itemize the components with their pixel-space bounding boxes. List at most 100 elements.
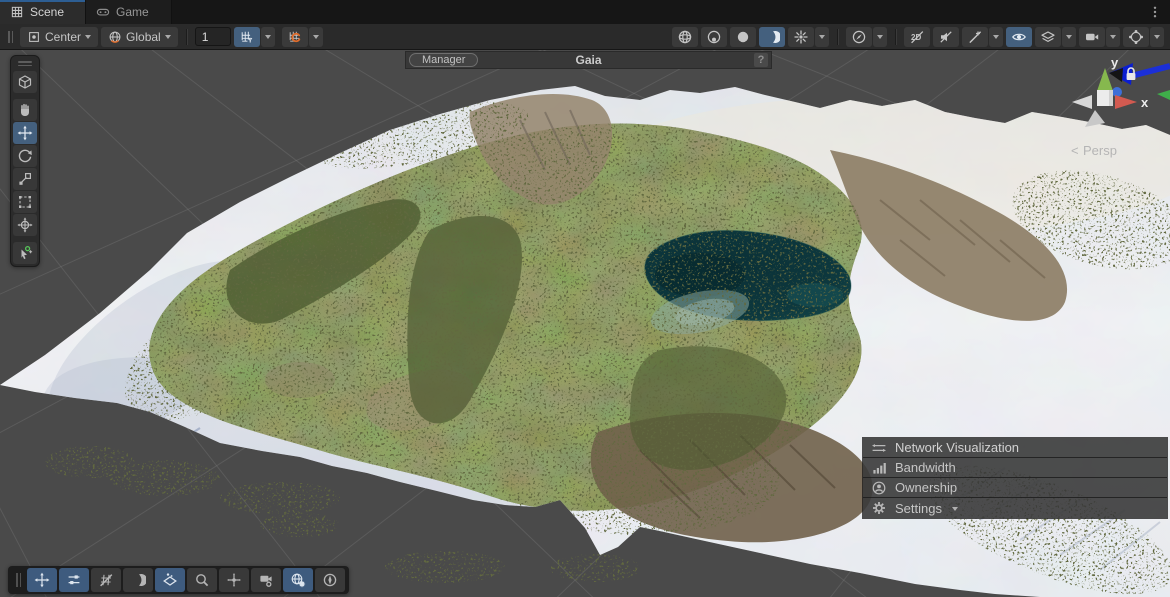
tool-custom[interactable] xyxy=(13,242,37,264)
gizmo-sphere-icon xyxy=(1128,29,1144,45)
bbar-frame-center-button[interactable] xyxy=(219,568,249,592)
lit-sphere-icon xyxy=(706,29,722,45)
crescent-moon-icon xyxy=(130,572,146,588)
effects-dropdown[interactable] xyxy=(989,27,1003,47)
2d-mode-toggle[interactable]: 2D xyxy=(904,27,930,47)
projection-label: Persp xyxy=(1083,143,1117,158)
tool-editor-cube[interactable] xyxy=(13,71,37,93)
layers-icon xyxy=(1040,29,1056,45)
view-tab-bar: Scene Game xyxy=(0,0,1170,24)
tab-options-menu[interactable] xyxy=(1140,0,1170,24)
bar-chart-icon xyxy=(871,460,887,476)
tool-rotate[interactable] xyxy=(13,145,37,167)
bottom-toolbar-drag-handle[interactable] xyxy=(12,573,25,587)
scene-camera-settings-dropdown[interactable] xyxy=(873,27,887,47)
tool-move[interactable] xyxy=(13,122,37,144)
grid-magnet-icon xyxy=(288,30,302,44)
layers-dropdown[interactable] xyxy=(1062,27,1076,47)
toolbar-separator xyxy=(895,29,896,45)
pivot-mode-dropdown[interactable]: Center xyxy=(20,27,98,47)
flare-effects-dropdown[interactable] xyxy=(815,27,829,47)
tab-scene[interactable]: Scene xyxy=(0,0,86,24)
projection-toggle[interactable]: < Persp xyxy=(1071,143,1117,158)
bbar-world-settings-button[interactable] xyxy=(283,568,313,592)
cube-icon xyxy=(17,74,33,90)
gaia-manager-button[interactable]: Manager xyxy=(409,53,478,67)
chevron-down-icon xyxy=(165,35,171,42)
bbar-night-mode-button[interactable] xyxy=(123,568,153,592)
network-item-settings[interactable]: Settings xyxy=(863,498,1167,518)
network-panel-header[interactable]: Network Visualization xyxy=(863,438,1167,458)
2d-slash-icon: 2D xyxy=(909,29,925,45)
tools-drag-handle[interactable] xyxy=(18,58,32,70)
snap-increment-dropdown[interactable] xyxy=(309,27,323,47)
skybox-toggle-button[interactable] xyxy=(730,27,756,47)
layers-button[interactable] xyxy=(1035,27,1061,47)
globe-icon xyxy=(108,30,122,44)
filled-circle-icon xyxy=(735,29,751,45)
speaker-mute-icon xyxy=(938,29,954,45)
gear-icon xyxy=(871,500,887,516)
bbar-camera-record-button[interactable] xyxy=(251,568,281,592)
toolbar-drag-handle[interactable] xyxy=(4,31,17,43)
svg-text:Y: Y xyxy=(248,37,253,44)
compass-icon xyxy=(851,29,867,45)
bbar-terrain-button[interactable] xyxy=(155,568,185,592)
gizmos-dropdown[interactable] xyxy=(1150,27,1164,47)
camera-record-icon xyxy=(258,572,274,588)
bbar-compass-button[interactable] xyxy=(315,568,345,592)
rect-tool-icon xyxy=(17,194,33,210)
move-icon xyxy=(34,572,50,588)
lit-mode-button[interactable] xyxy=(701,27,727,47)
orientation-mode-dropdown[interactable]: Global xyxy=(101,27,178,47)
bbar-move-button[interactable] xyxy=(27,568,57,592)
scene-viewport[interactable]: y x < Persp Gaia Manager ? xyxy=(0,50,1170,597)
grid-snap-axis-button[interactable]: Y xyxy=(234,27,260,47)
wire-sphere-icon xyxy=(677,29,693,45)
tool-view-hand[interactable] xyxy=(13,99,37,121)
night-mode-button[interactable] xyxy=(759,27,785,47)
bbar-grid-toggle-button[interactable] xyxy=(91,568,121,592)
gizmos-button[interactable] xyxy=(1123,27,1149,47)
orientation-gizmo[interactable]: y x < Persp xyxy=(1045,55,1170,165)
camera-view-dropdown[interactable] xyxy=(1106,27,1120,47)
gaia-help-button[interactable]: ? xyxy=(754,53,768,67)
tool-scale[interactable] xyxy=(13,168,37,190)
chevron-down-icon xyxy=(265,35,271,42)
shaded-mode-button[interactable] xyxy=(672,27,698,47)
camera-view-button[interactable] xyxy=(1079,27,1105,47)
tab-game[interactable]: Game xyxy=(86,0,172,24)
terrain-diamond-icon xyxy=(162,572,178,588)
bbar-search-button[interactable] xyxy=(187,568,217,592)
move-icon xyxy=(17,125,33,141)
scene-camera-settings-button[interactable] xyxy=(846,27,872,47)
flare-icon xyxy=(793,29,809,45)
grid-axis-dropdown[interactable] xyxy=(261,27,275,47)
network-item-ownership[interactable]: Ownership xyxy=(863,478,1167,498)
bbar-settings-sliders-button[interactable] xyxy=(59,568,89,592)
flare-effects-button[interactable] xyxy=(788,27,814,47)
tool-transform[interactable] xyxy=(13,214,37,236)
chevron-down-icon xyxy=(952,507,958,514)
camera-icon xyxy=(1084,29,1100,45)
chevron-down-icon xyxy=(1154,35,1160,42)
grid-size-input[interactable] xyxy=(195,27,231,46)
scene-grid-icon xyxy=(10,5,24,19)
projection-arrow-icon: < xyxy=(1071,143,1079,158)
network-grip-icon xyxy=(871,440,887,456)
magnifier-icon xyxy=(194,572,210,588)
rotate-icon xyxy=(17,148,33,164)
tab-game-label: Game xyxy=(116,5,149,19)
tools-overlay xyxy=(10,55,40,267)
effects-toggle[interactable] xyxy=(962,27,988,47)
pivot-mode-label: Center xyxy=(45,30,81,44)
terrain-mesh xyxy=(0,86,1170,597)
tool-rect[interactable] xyxy=(13,191,37,213)
hash-slash-icon xyxy=(98,572,114,588)
network-item-bandwidth[interactable]: Bandwidth xyxy=(863,458,1167,478)
axis-cones[interactable]: y x xyxy=(1072,55,1149,127)
scene-visibility-toggle[interactable] xyxy=(1006,27,1032,47)
network-panel-title: Network Visualization xyxy=(895,440,1019,455)
snap-increment-button[interactable] xyxy=(282,27,308,47)
audio-toggle[interactable] xyxy=(933,27,959,47)
